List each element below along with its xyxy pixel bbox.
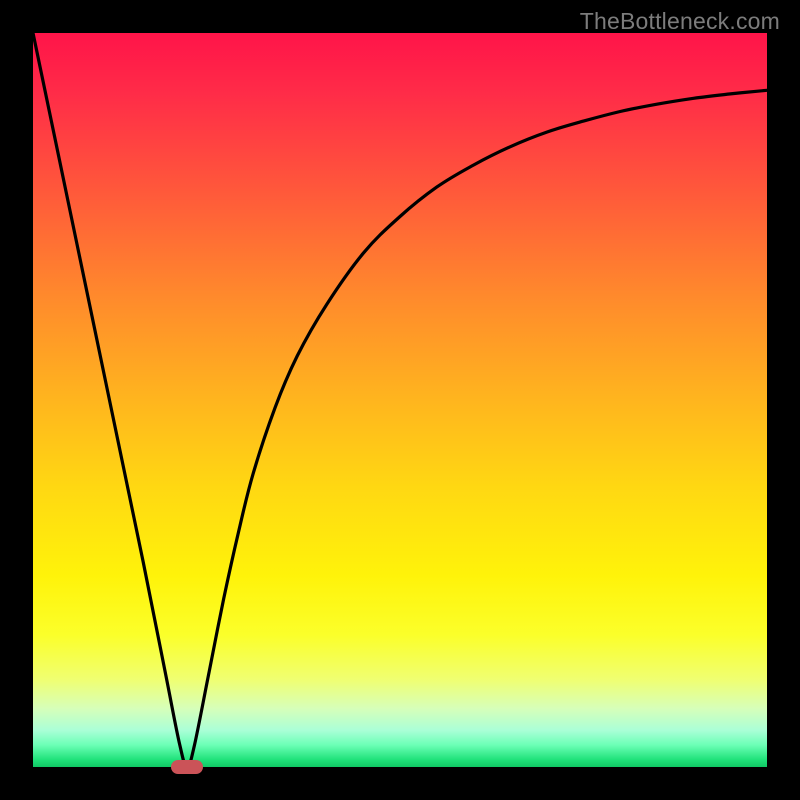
optimum-marker [171, 760, 203, 774]
bottleneck-curve [33, 33, 767, 767]
watermark-text: TheBottleneck.com [580, 8, 780, 35]
chart-frame: TheBottleneck.com [0, 0, 800, 800]
plot-area [33, 33, 767, 767]
